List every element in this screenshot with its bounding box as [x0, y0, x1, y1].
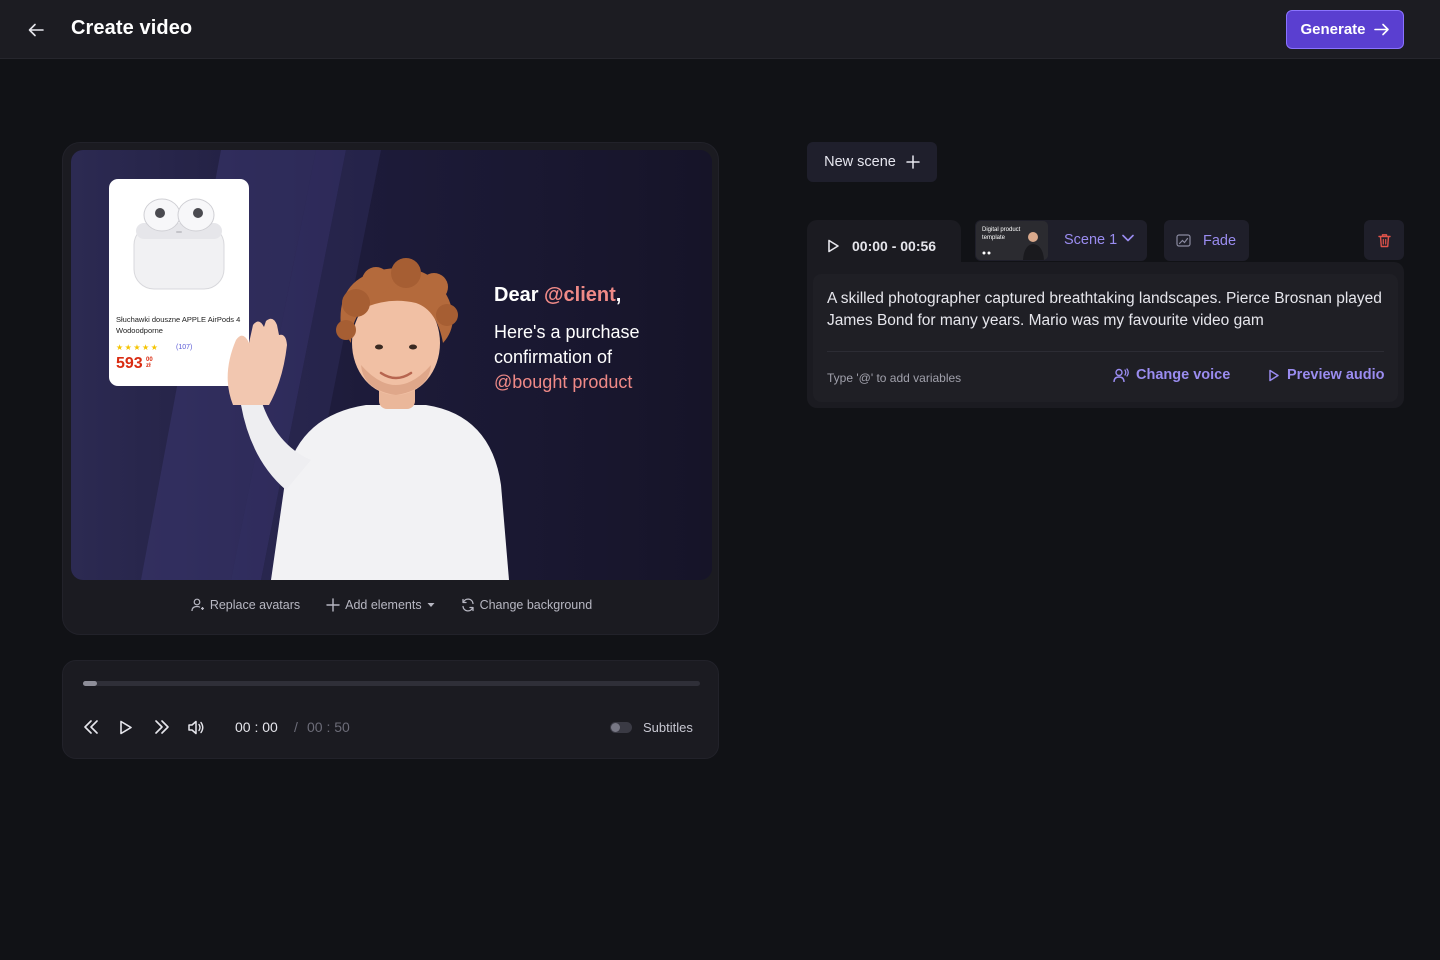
- delete-scene-button[interactable]: [1364, 220, 1404, 260]
- plus-icon: [906, 155, 920, 169]
- caret-down-icon: [427, 603, 435, 607]
- play-icon: [120, 720, 132, 734]
- transition-label: Fade: [1203, 232, 1237, 249]
- script-text[interactable]: A skilled photographer captured breathta…: [827, 288, 1387, 332]
- video-stage[interactable]: Słuchawki douszne APPLE AirPods 4 Wodood…: [71, 150, 712, 580]
- product-price: 593: [116, 355, 143, 372]
- fast-forward-button[interactable]: [151, 716, 173, 738]
- plus-icon: [326, 598, 340, 612]
- message-text: Here's a purchase confirmation of @bough…: [494, 320, 684, 395]
- greeting-prefix: Dear: [494, 284, 545, 306]
- current-time: 00 : 00: [235, 719, 278, 735]
- scene-thumbnail: Digital product template: [976, 221, 1048, 260]
- replace-avatars-button[interactable]: Replace avatars: [191, 598, 300, 612]
- rating-stars: ★★★★★: [116, 343, 160, 352]
- replace-avatars-label: Replace avatars: [209, 598, 301, 612]
- greeting-text: Dear @client,: [494, 284, 621, 307]
- add-elements-label: Add elements: [345, 598, 422, 612]
- subtitles-toggle[interactable]: [610, 722, 632, 733]
- generate-button[interactable]: Generate: [1286, 10, 1404, 49]
- trash-icon: [1377, 233, 1391, 247]
- divider: [827, 351, 1384, 352]
- subtitles-label: Subtitles: [643, 720, 693, 735]
- add-elements-button[interactable]: Add elements: [326, 598, 435, 612]
- review-count: (107): [176, 344, 193, 351]
- scene-script-card: A skilled photographer captured breathta…: [807, 262, 1404, 408]
- refresh-icon: [461, 598, 474, 612]
- total-time: 00 : 50: [307, 719, 350, 735]
- change-voice-label: Change voice: [1136, 367, 1231, 383]
- user-swap-icon: [191, 598, 204, 612]
- avatar-presenter: [227, 258, 509, 580]
- variables-hint: Type '@' to add variables: [827, 371, 962, 385]
- preview-audio-label: Preview audio: [1287, 367, 1385, 383]
- change-background-label: Change background: [479, 598, 593, 612]
- new-scene-button[interactable]: New scene: [807, 142, 937, 182]
- time-separator: /: [294, 719, 298, 735]
- greeting-suffix: ,: [615, 284, 622, 306]
- arrow-left-icon: [28, 23, 44, 37]
- product-variable: @bought product: [494, 372, 633, 392]
- play-icon: [1269, 369, 1279, 381]
- new-scene-label: New scene: [824, 154, 896, 170]
- volume-button[interactable]: [184, 716, 206, 738]
- scene-time-range: 00:00 - 00:56: [852, 238, 937, 254]
- play-button[interactable]: [115, 716, 137, 738]
- progress-bar[interactable]: [83, 681, 700, 686]
- thumbnail-label: Digital product template: [982, 227, 1021, 241]
- volume-icon: [187, 720, 203, 734]
- client-variable: @client: [544, 284, 616, 306]
- rewind-button[interactable]: [80, 716, 102, 738]
- top-bar: Create video Generate: [0, 0, 1440, 59]
- product-price-fraction: 00 zł: [146, 357, 153, 369]
- scene-dropdown[interactable]: Digital product template Scene 1: [975, 220, 1147, 261]
- double-chevron-right-icon: [155, 720, 169, 734]
- scene-name: Scene 1: [1064, 232, 1118, 248]
- change-background-button[interactable]: Change background: [461, 598, 593, 612]
- voice-user-icon: [1113, 367, 1129, 382]
- video-player: 00 : 00 / 00 : 50 Subtitles: [62, 660, 719, 759]
- page-title: Create video: [71, 17, 193, 39]
- double-chevron-left-icon: [84, 720, 98, 734]
- video-preview-card: Słuchawki douszne APPLE AirPods 4 Wodood…: [62, 142, 719, 635]
- progress-fill: [83, 681, 97, 686]
- arrow-right-icon: [1373, 23, 1389, 36]
- script-editor[interactable]: A skilled photographer captured breathta…: [813, 274, 1398, 402]
- back-button[interactable]: [22, 16, 50, 44]
- generate-button-label: Generate: [1300, 21, 1366, 38]
- message-body: Here's a purchase confirmation of: [494, 322, 640, 367]
- chevron-down-icon: [1122, 234, 1134, 242]
- preview-audio-button[interactable]: Preview audio: [1268, 367, 1385, 383]
- play-icon: [828, 239, 839, 253]
- transition-icon: [1176, 234, 1191, 247]
- price-currency: zł: [146, 363, 151, 369]
- stage-toolbar: Replace avatars Add elements Change back…: [63, 598, 720, 612]
- transition-button[interactable]: Fade: [1164, 220, 1249, 261]
- change-voice-button[interactable]: Change voice: [1113, 367, 1230, 383]
